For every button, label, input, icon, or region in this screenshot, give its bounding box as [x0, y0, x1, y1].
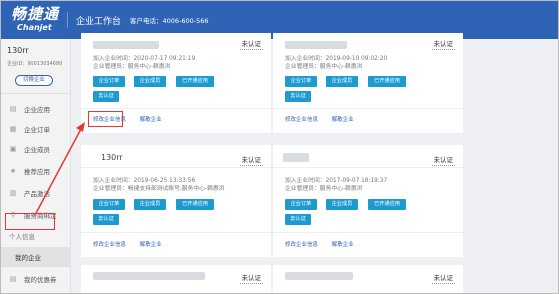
- header-divider: [67, 12, 68, 28]
- status-badge: 未认证: [431, 37, 455, 50]
- opened-apps-button[interactable]: 已开通应用: [176, 199, 214, 210]
- sidebar-item-label: 企业成员: [24, 146, 50, 154]
- card-divider: [273, 108, 463, 109]
- customer-phone: 客户电话：4006-600-566: [130, 17, 209, 25]
- card-links: 修改企业信息 解散企业: [285, 115, 366, 123]
- verify-button[interactable]: 去认证: [285, 214, 311, 225]
- card-links: 修改企业信息 解散企业: [285, 240, 366, 248]
- org-name: 130rr: [7, 46, 29, 55]
- apps-icon: ▤: [9, 105, 17, 113]
- sidebar-item-apps[interactable]: ▤ 企业应用: [1, 99, 71, 119]
- enterprise-members-button[interactable]: 企业成员: [326, 199, 358, 210]
- enterprise-card: 未认证 加入企业时间：2019-09-10 09:02:20 企业管理员：服务中…: [273, 33, 463, 133]
- admin-info: 企业管理员：服务中心-赖惠洪: [93, 64, 171, 70]
- order-icon: ▦: [9, 125, 17, 133]
- sidebar-item-members[interactable]: ▣ 企业成员: [1, 139, 71, 159]
- dissolve-enterprise-link[interactable]: 解散企业: [140, 117, 162, 123]
- opened-apps-button[interactable]: 已开通应用: [368, 76, 406, 87]
- dissolve-enterprise-link[interactable]: 解散企业: [332, 242, 354, 248]
- admin-info: 企业管理员：服务中心-赖惠洪: [285, 186, 363, 192]
- enterprise-orders-button[interactable]: 企业订单: [285, 76, 317, 87]
- star-icon: ★: [9, 167, 17, 175]
- join-time: 加入企业时间：2017-09-07 18:19:37: [285, 178, 388, 184]
- sidebar-item-orders[interactable]: ▦ 企业订单: [1, 119, 71, 139]
- card-divider: [81, 167, 271, 168]
- activate-icon: ▥: [9, 189, 17, 197]
- highlight-box-enterprise-name: [88, 111, 123, 127]
- status-badge: 未认证: [239, 153, 263, 166]
- verify-button[interactable]: 去认证: [93, 91, 119, 102]
- card-info: 加入企业时间：2019-06-25 13:33:56 企业管理员：畅捷支持部测试…: [93, 177, 224, 193]
- enterprise-card: 未认证: [81, 265, 271, 293]
- enterprise-card: 未认证: [273, 265, 463, 293]
- enterprise-members-button[interactable]: 企业成员: [134, 199, 166, 210]
- admin-info: 企业管理员：服务中心-赖惠洪: [285, 64, 363, 70]
- card-divider: [273, 167, 463, 168]
- sidebar-item-label: 推荐应用: [24, 168, 50, 176]
- verify-button[interactable]: 去认证: [93, 214, 119, 225]
- sidebar-item-recommended[interactable]: ★ 推荐应用: [1, 161, 71, 181]
- card-divider: [273, 232, 463, 233]
- enterprise-list: 未认证 加入企业时间：2020-07-17 09:21:19 企业管理员：服务中…: [71, 33, 558, 293]
- enterprise-name-redacted: [285, 272, 353, 280]
- enterprise-members-button[interactable]: 企业成员: [134, 76, 166, 87]
- edit-enterprise-link[interactable]: 修改企业信息: [285, 117, 318, 123]
- card-divider: [81, 108, 271, 109]
- card-links: 修改企业信息 解散企业: [93, 240, 174, 248]
- enterprise-name-redacted: [93, 272, 205, 280]
- enterprise-name-redacted: [285, 41, 347, 49]
- admin-info: 企业管理员：畅捷支持部测试账号,服务中心-赖惠洪: [93, 186, 225, 192]
- sidebar-item-activate[interactable]: ▥ 产品激活: [1, 183, 71, 203]
- sidebar-item-label: 企业应用: [24, 106, 50, 114]
- join-time: 加入企业时间：2020-07-17 09:21:19: [93, 56, 196, 62]
- enterprise-name: 130rr: [101, 153, 123, 162]
- join-time: 加入企业时间：2019-09-10 09:02:20: [285, 56, 388, 62]
- logo-text-cn: 畅捷通: [11, 5, 60, 23]
- join-time: 加入企业时间：2019-06-25 13:33:56: [93, 178, 196, 184]
- members-icon: ▣: [9, 145, 17, 153]
- status-badge: 未认证: [239, 271, 263, 284]
- card-info: 加入企业时间：2020-07-17 09:21:19 企业管理员：服务中心-赖惠…: [93, 55, 195, 71]
- sidebar-item-label: 产品激活: [24, 190, 50, 198]
- brand-logo[interactable]: 畅捷通 Chanjet: [11, 5, 59, 32]
- edit-enterprise-link[interactable]: 修改企业信息: [93, 242, 126, 248]
- personal-info-heading: 个人信息: [9, 233, 35, 241]
- enterprise-card-current: 130rr 未认证 加入企业时间：2019-06-25 13:33:56 企业管…: [81, 145, 271, 257]
- enterprise-orders-button[interactable]: 企业订单: [93, 76, 125, 87]
- enterprise-orders-button[interactable]: 企业订单: [285, 199, 317, 210]
- highlight-box-my-enterprise: [5, 213, 55, 230]
- opened-apps-button[interactable]: 已开通应用: [176, 76, 214, 87]
- sidebar-divider: [1, 93, 71, 94]
- card-info: 加入企业时间：2019-09-10 09:02:20 企业管理员：服务中心-赖惠…: [285, 55, 387, 71]
- sidebar-item-label: 企业订单: [24, 126, 50, 134]
- status-badge: 未认证: [431, 153, 455, 166]
- opened-apps-button[interactable]: 已开通应用: [368, 199, 406, 210]
- switch-enterprise-button[interactable]: 切换企业: [15, 75, 53, 86]
- verify-button[interactable]: 去认证: [285, 91, 311, 102]
- app-frame: 畅捷通 Chanjet 企业工作台 客户电话：4006-600-566 130r…: [0, 0, 559, 294]
- card-info: 加入企业时间：2017-09-07 18:19:37 企业管理员：服务中心-赖惠…: [285, 177, 387, 193]
- sidebar-item-label: 我的优惠券: [24, 276, 57, 284]
- org-id: 企业ID：90013034680: [7, 61, 63, 67]
- sidebar-item-label: 我的企业: [15, 254, 41, 262]
- enterprise-name-redacted: [93, 41, 159, 49]
- page-title: 企业工作台: [76, 17, 122, 27]
- dissolve-enterprise-link[interactable]: 解散企业: [332, 117, 354, 123]
- sidebar: 130rr 企业ID：90013034680 切换企业 ▤ 企业应用 ▦ 企业订…: [1, 39, 71, 293]
- coupon-icon: ▤: [9, 275, 17, 283]
- status-badge: 未认证: [431, 271, 455, 284]
- sidebar-item-my-enterprise[interactable]: 我的企业: [1, 247, 71, 267]
- status-badge: 未认证: [239, 37, 263, 50]
- logo-text-en: Chanjet: [17, 23, 52, 32]
- dissolve-enterprise-link[interactable]: 解散企业: [140, 242, 162, 248]
- enterprise-members-button[interactable]: 企业成员: [326, 76, 358, 87]
- enterprise-name-redacted: [283, 153, 309, 162]
- edit-enterprise-link[interactable]: 修改企业信息: [285, 242, 318, 248]
- sidebar-item-my-coupon[interactable]: ▤ 我的优惠券: [1, 269, 71, 289]
- enterprise-card: 未认证 加入企业时间：2017-09-07 18:19:37 企业管理员：服务中…: [273, 145, 463, 257]
- card-divider: [81, 232, 271, 233]
- enterprise-orders-button[interactable]: 企业订单: [93, 199, 125, 210]
